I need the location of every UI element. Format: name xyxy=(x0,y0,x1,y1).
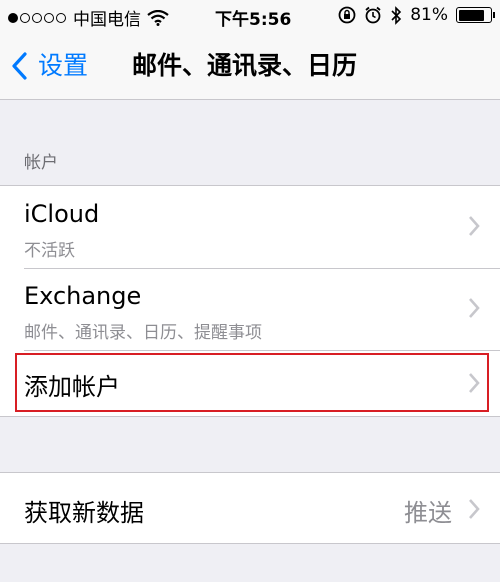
signal-dot-icon xyxy=(32,12,42,23)
alarm-icon xyxy=(365,6,381,24)
signal-dot-icon xyxy=(56,12,66,23)
back-button[interactable]: 设置 xyxy=(10,46,88,86)
bluetooth-icon xyxy=(391,5,402,25)
wifi-icon xyxy=(147,9,169,26)
chevron-right-icon xyxy=(469,499,480,519)
battery-fill xyxy=(458,9,484,21)
battery-icon xyxy=(456,7,495,23)
account-row-icloud[interactable]: iCloud 不活跃 xyxy=(0,186,500,268)
battery-percent: 81% xyxy=(410,5,448,25)
signal-dot-icon xyxy=(44,12,54,23)
accounts-section-header: 帐户 xyxy=(24,153,58,173)
back-label: 设置 xyxy=(38,51,89,80)
row-subtitle: 邮件、通讯录、日历、提醒事项 xyxy=(24,323,262,343)
status-right: 81% xyxy=(330,5,495,25)
signal-dot-icon xyxy=(8,12,18,23)
back-chevron-icon xyxy=(12,52,27,80)
chevron-right-icon xyxy=(469,298,480,318)
top-bar: 中国电信 下午5:56 81% 设置 邮件、通讯录、日历 xyxy=(0,0,500,100)
row-title: 获取新数据 xyxy=(24,499,144,527)
status-bar: 中国电信 下午5:56 81% xyxy=(0,0,500,32)
chevron-right-icon xyxy=(469,216,480,236)
add-account-highlight xyxy=(15,353,489,412)
signal-carrier: 中国电信 xyxy=(8,5,169,30)
row-detail: 推送 xyxy=(404,499,452,527)
row-subtitle: 不活跃 xyxy=(24,241,75,261)
row-title: Exchange xyxy=(24,282,142,310)
row-title: iCloud xyxy=(24,200,100,228)
status-time: 下午5:56 xyxy=(215,10,292,30)
carrier-name: 中国电信 xyxy=(73,10,141,30)
fetch-group: 获取新数据 推送 xyxy=(0,472,500,544)
fetch-new-data-row[interactable]: 获取新数据 推送 xyxy=(0,473,500,543)
page-title: 邮件、通讯录、日历 xyxy=(132,51,358,80)
rotation-lock-icon xyxy=(338,6,356,24)
account-row-exchange[interactable]: Exchange 邮件、通讯录、日历、提醒事项 xyxy=(0,268,500,350)
signal-dot-icon xyxy=(20,12,30,23)
